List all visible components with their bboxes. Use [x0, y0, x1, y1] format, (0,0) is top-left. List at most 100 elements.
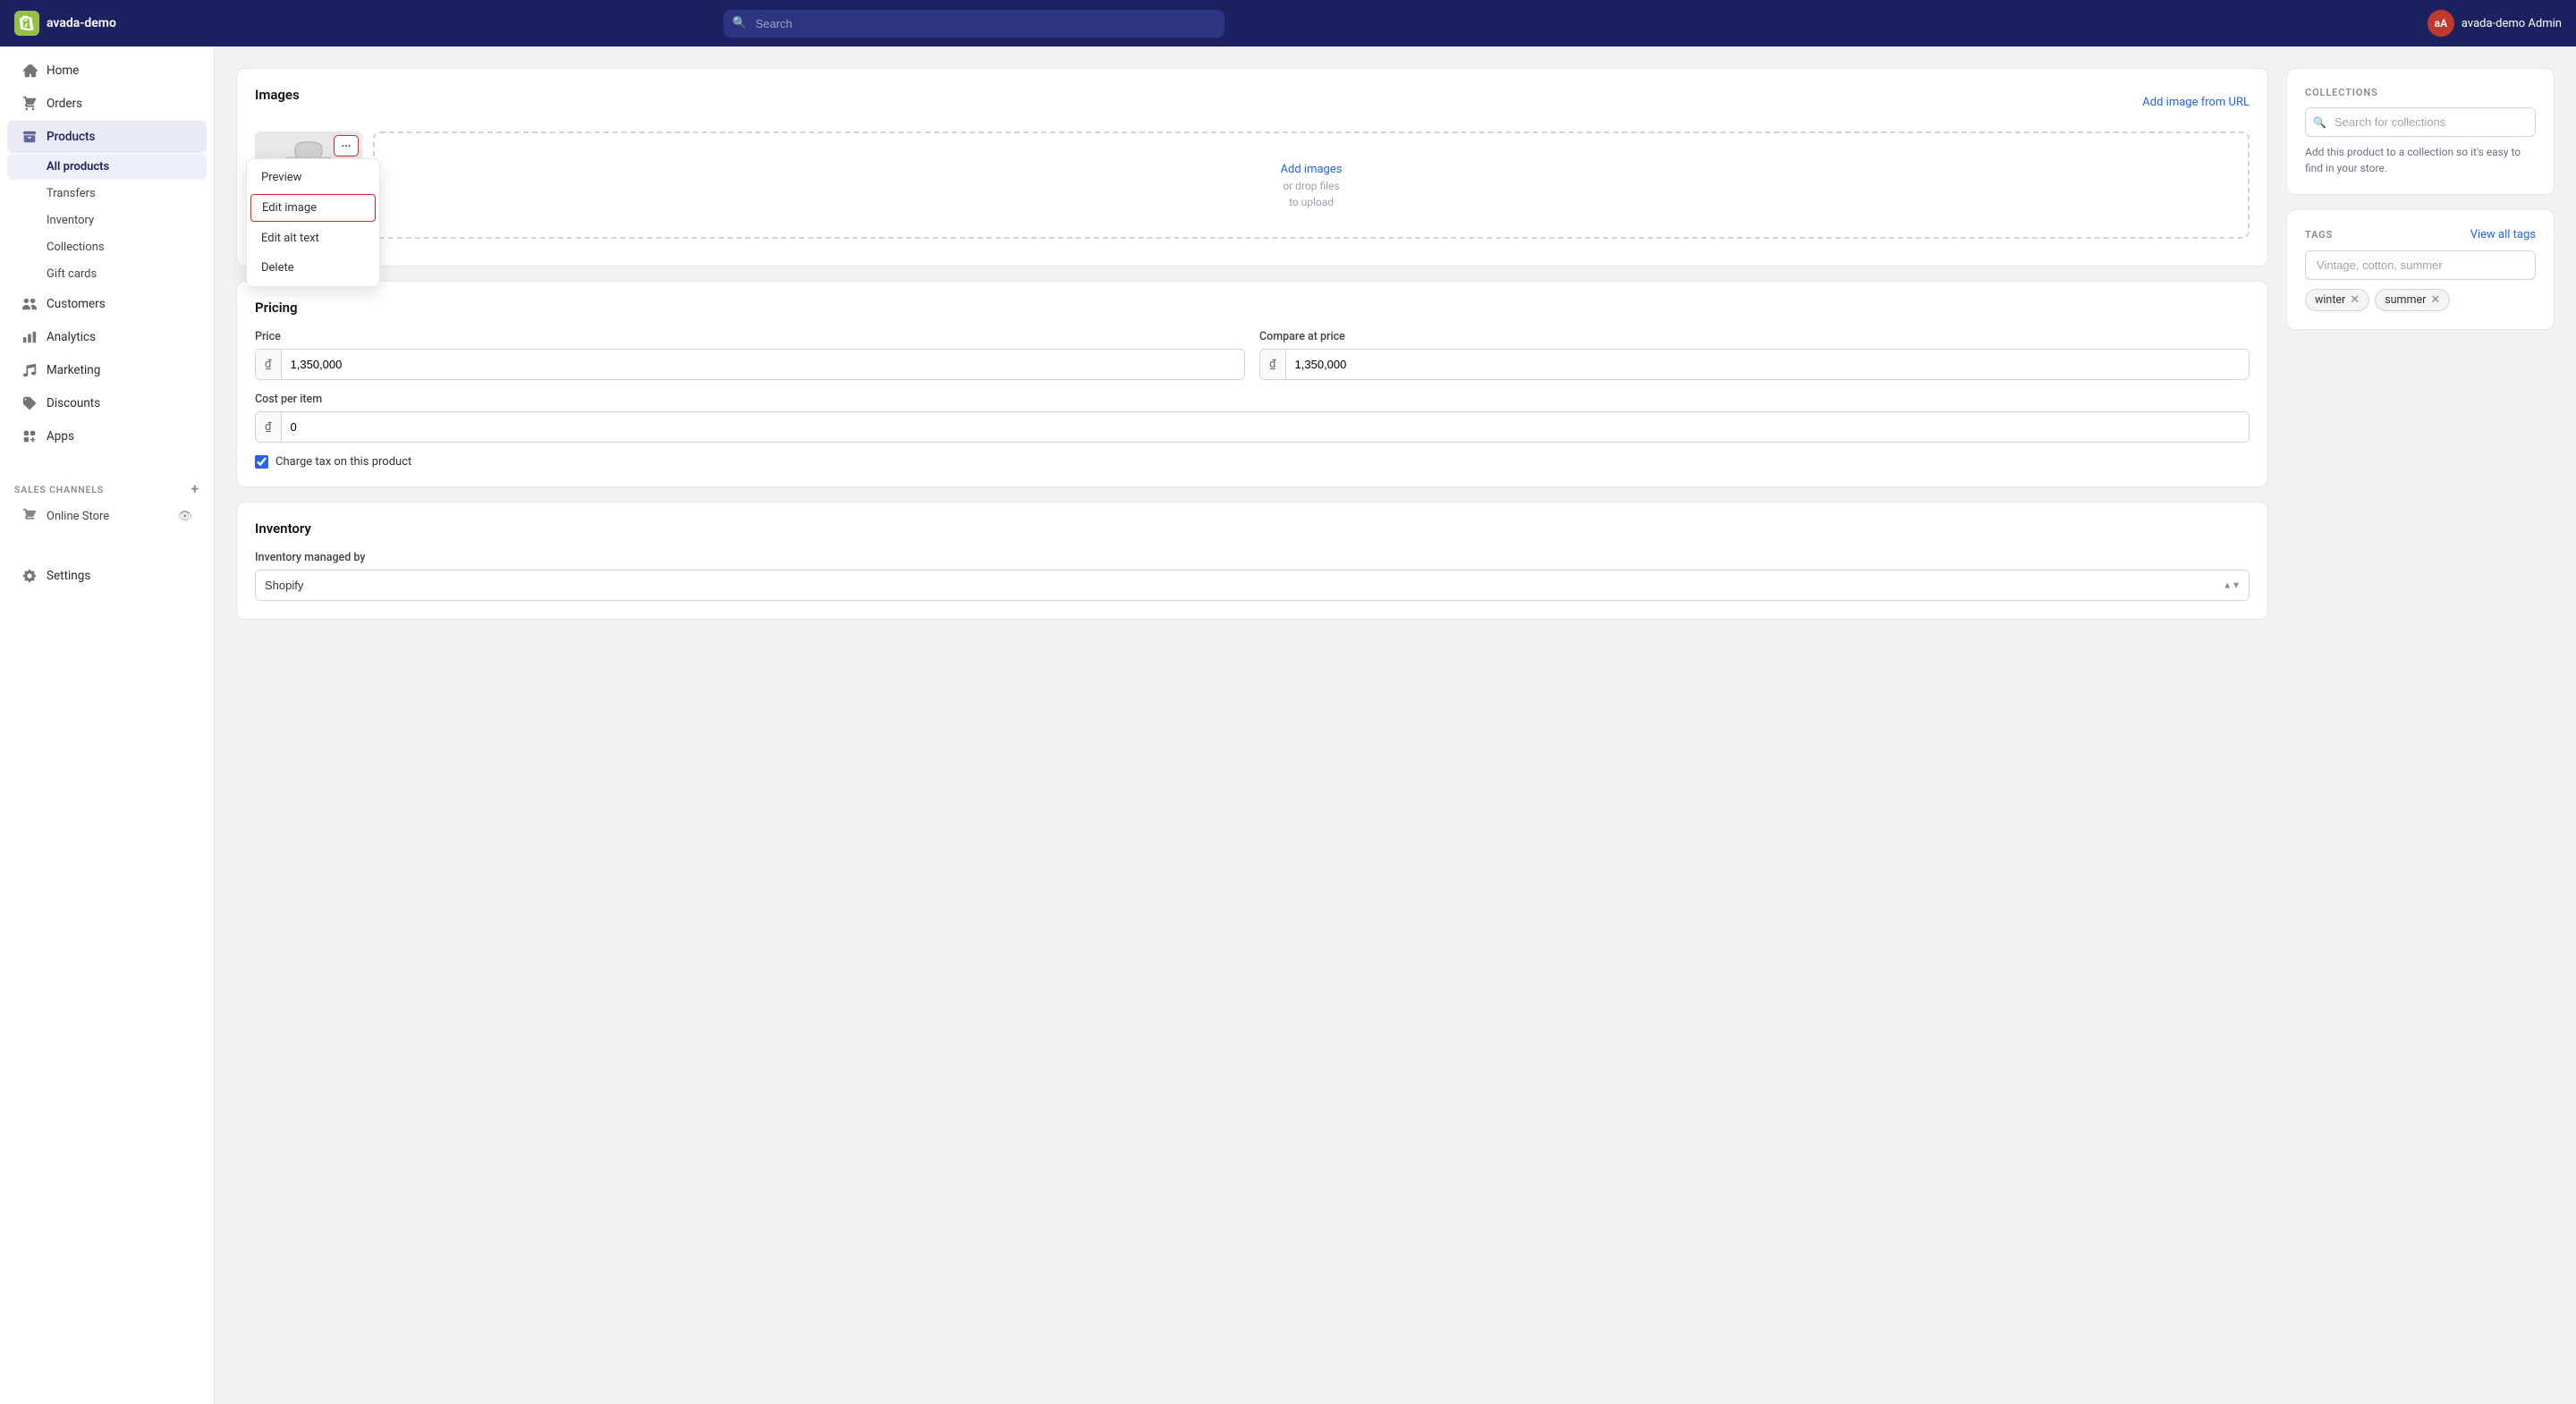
search-input[interactable]	[724, 10, 1224, 38]
view-all-tags-button[interactable]: View all tags	[2470, 228, 2536, 241]
discounts-label: Discounts	[47, 396, 100, 410]
sidebar-item-marketing[interactable]: Marketing	[7, 354, 207, 386]
inventory-label: Inventory	[47, 214, 94, 227]
orders-icon	[21, 96, 38, 112]
pricing-title: Pricing	[255, 300, 2250, 316]
sidebar: Home Orders Products All products Transf…	[0, 47, 215, 1404]
tag-winter-remove[interactable]: ✕	[2350, 294, 2360, 306]
tags-input[interactable]	[2305, 250, 2536, 280]
store-name: avada-demo	[47, 16, 116, 30]
online-store-label: Online Store	[47, 510, 109, 523]
sidebar-item-online-store[interactable]: Online Store 👁	[7, 501, 207, 531]
settings-label: Settings	[47, 569, 90, 583]
compare-price-label: Compare at price	[1259, 330, 2250, 343]
topnav: avada-demo 🔍 aA avada-demo Admin	[0, 0, 2576, 47]
more-options-button[interactable]: ···	[334, 135, 359, 156]
tags-card: TAGS View all tags winter ✕ summer ✕	[2286, 209, 2555, 330]
store-logo[interactable]: avada-demo	[14, 11, 116, 36]
cost-per-item-label: Cost per item	[255, 393, 2250, 406]
products-label: Products	[47, 130, 95, 144]
discounts-icon	[21, 395, 38, 411]
sidebar-item-customers[interactable]: Customers	[7, 288, 207, 320]
settings-icon	[21, 568, 38, 584]
inventory-managed-select-wrap: Shopify ▲▼	[255, 570, 2250, 601]
collections-card: COLLECTIONS 🔍 Add this product to a coll…	[2286, 68, 2555, 195]
eye-icon[interactable]: 👁	[177, 510, 192, 523]
inventory-card: Inventory Inventory managed by Shopify ▲…	[236, 502, 2268, 620]
image-dropdown-menu: Preview Edit image Edit alt text Delete	[246, 158, 380, 287]
sidebar-sub-gift-cards[interactable]: Gift cards	[7, 261, 207, 287]
inventory-title: Inventory	[255, 520, 2250, 537]
compare-price-input[interactable]	[1286, 350, 2249, 379]
collections-section-label: COLLECTIONS	[2305, 87, 2536, 107]
products-icon	[21, 129, 38, 145]
tag-summer-remove[interactable]: ✕	[2430, 294, 2440, 306]
analytics-label: Analytics	[47, 330, 96, 344]
delete-option[interactable]: Delete	[247, 253, 379, 283]
charge-tax-label: Charge tax on this product	[275, 455, 411, 469]
avatar[interactable]: aA	[2428, 10, 2454, 37]
images-card-header: Images Add image from URL	[255, 87, 2250, 117]
sidebar-item-settings[interactable]: Settings	[7, 560, 207, 592]
add-sales-channel-button[interactable]: +	[191, 482, 199, 496]
tag-summer: summer ✕	[2375, 289, 2450, 311]
charge-tax-row: Charge tax on this product	[255, 455, 2250, 469]
tags-section-label: TAGS	[2305, 229, 2333, 241]
price-input-wrap: ₫	[255, 349, 1245, 380]
edit-image-option[interactable]: Edit image	[250, 194, 376, 222]
sidebar-sub-inventory[interactable]: Inventory	[7, 207, 207, 233]
tags-list: winter ✕ summer ✕	[2305, 289, 2536, 311]
add-images-label[interactable]: Add images	[1281, 163, 1343, 176]
upload-area[interactable]: Add images or drop files to upload	[373, 131, 2250, 239]
global-search[interactable]: 🔍	[724, 10, 1224, 38]
orders-label: Orders	[47, 97, 82, 111]
price-field: Price ₫	[255, 330, 1245, 380]
compare-price-prefix: ₫	[1260, 350, 1286, 379]
inventory-managed-field: Inventory managed by Shopify ▲▼	[255, 551, 2250, 601]
sidebar-item-analytics[interactable]: Analytics	[7, 321, 207, 353]
user-label: avada-demo Admin	[2462, 17, 2562, 30]
sidebar-item-discounts[interactable]: Discounts	[7, 387, 207, 419]
sidebar-item-home[interactable]: Home	[7, 55, 207, 87]
pricing-row: Price ₫ Compare at price ₫	[255, 330, 2250, 380]
sidebar-item-products[interactable]: Products	[7, 121, 207, 153]
collections-label: Collections	[47, 241, 105, 254]
analytics-icon	[21, 329, 38, 345]
transfers-label: Transfers	[47, 187, 96, 200]
images-section: ··· Preview Edit image Edit alt text Del…	[255, 131, 2250, 248]
price-input[interactable]	[282, 350, 1244, 379]
search-icon: 🔍	[733, 17, 747, 30]
add-image-url-button[interactable]: Add image from URL	[2142, 96, 2250, 109]
price-prefix: ₫	[256, 350, 282, 379]
collections-search-wrap: 🔍	[2305, 107, 2536, 137]
marketing-label: Marketing	[47, 363, 100, 377]
sidebar-sub-collections[interactable]: Collections	[7, 234, 207, 260]
upload-hint2: to upload	[1289, 196, 1334, 208]
marketing-icon	[21, 362, 38, 378]
sidebar-sub-all-products[interactable]: All products	[7, 154, 207, 180]
sales-channels-section: SALES CHANNELS +	[0, 471, 214, 500]
collections-search-input[interactable]	[2305, 107, 2536, 137]
inventory-managed-label: Inventory managed by	[255, 551, 2250, 564]
sidebar-sub-transfers[interactable]: Transfers	[7, 181, 207, 207]
tag-winter-label: winter	[2315, 293, 2345, 307]
home-icon	[21, 63, 38, 79]
preview-option[interactable]: Preview	[247, 163, 379, 192]
images-title: Images	[255, 87, 300, 103]
inventory-managed-select[interactable]: Shopify	[255, 570, 2250, 601]
tags-title: TAGS	[2305, 229, 2333, 241]
cost-prefix: ₫	[256, 412, 282, 442]
cost-input[interactable]	[282, 412, 2249, 442]
charge-tax-checkbox[interactable]	[255, 455, 268, 469]
compare-price-field: Compare at price ₫	[1259, 330, 2250, 380]
gift-cards-label: Gift cards	[47, 267, 97, 281]
customers-label: Customers	[47, 297, 106, 311]
edit-alt-text-option[interactable]: Edit alt text	[247, 224, 379, 253]
collections-title: COLLECTIONS	[2305, 87, 2378, 98]
sidebar-item-orders[interactable]: Orders	[7, 88, 207, 120]
apps-label: Apps	[47, 429, 74, 444]
upload-hint1: or drop files	[1283, 180, 1339, 192]
sidebar-item-apps[interactable]: Apps	[7, 420, 207, 452]
cost-per-item-field: Cost per item ₫	[255, 393, 2250, 443]
tag-summer-label: summer	[2385, 293, 2426, 307]
